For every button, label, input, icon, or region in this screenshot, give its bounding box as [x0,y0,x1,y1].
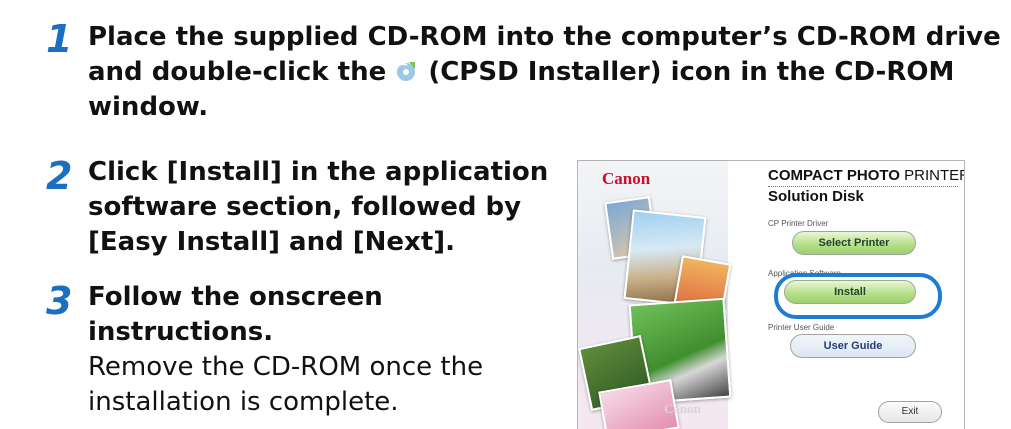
user-guide-button[interactable]: User Guide [790,334,916,358]
step-text: Follow the onscreen instructions. Remove… [88,280,483,420]
section-label: CP Printer Driver [768,219,829,228]
step-number: 1 [46,17,73,61]
step-line: [Easy Install] and [Next]. [88,227,456,257]
step-number: 3 [46,279,73,323]
step-line: Place the supplied CD-ROM into the compu… [88,22,1001,52]
step-1: 1 Place the supplied CD-ROM into the com… [46,20,1006,130]
photo-collage: Canon Canon [578,161,732,429]
product-title: COMPACT PHOTO PRINTER [768,167,964,184]
step-line: window. [88,92,209,122]
step-number: 2 [46,154,73,198]
step-note-line: installation is complete. [88,387,399,417]
product-title-bold: COMPACT PHOTO [768,167,900,184]
installer-header: COMPACT PHOTO PRINTER Solution Disk [768,167,964,205]
solution-disk-title: Solution Disk [768,186,958,205]
step-3: 3 Follow the onscreen instructions. Remo… [46,280,566,420]
installer-window-screenshot: Canon Canon COMPACT PHOTO PRINTER Soluti… [577,160,965,429]
step-line: instructions. [88,317,274,347]
step-2: 2 Click [Install] in the application sof… [46,155,566,265]
step-text-fragment: (CPSD Installer) icon in the CD-ROM [428,57,955,87]
step-line: Click [Install] in the application [88,157,549,187]
canon-watermark: Canon [664,401,701,416]
step-line: and double-click the (CPSD Installer) ic… [88,55,1001,90]
step-text: Click [Install] in the application softw… [88,155,548,260]
install-highlight-ring [774,273,942,319]
product-title-rest: PRINTER [899,167,965,184]
cpsd-installer-icon [395,59,419,83]
section-label: Printer User Guide [768,323,835,332]
step-text: Place the supplied CD-ROM into the compu… [88,20,1001,125]
step-line: software section, followed by [88,192,522,222]
step-note-line: Remove the CD-ROM once the [88,352,484,382]
step-text-fragment: and double-click the [88,57,387,87]
step-line: Follow the onscreen [88,282,383,312]
exit-button[interactable]: Exit [878,401,942,423]
canon-logo: Canon [602,169,651,188]
select-printer-button[interactable]: Select Printer [792,231,916,255]
